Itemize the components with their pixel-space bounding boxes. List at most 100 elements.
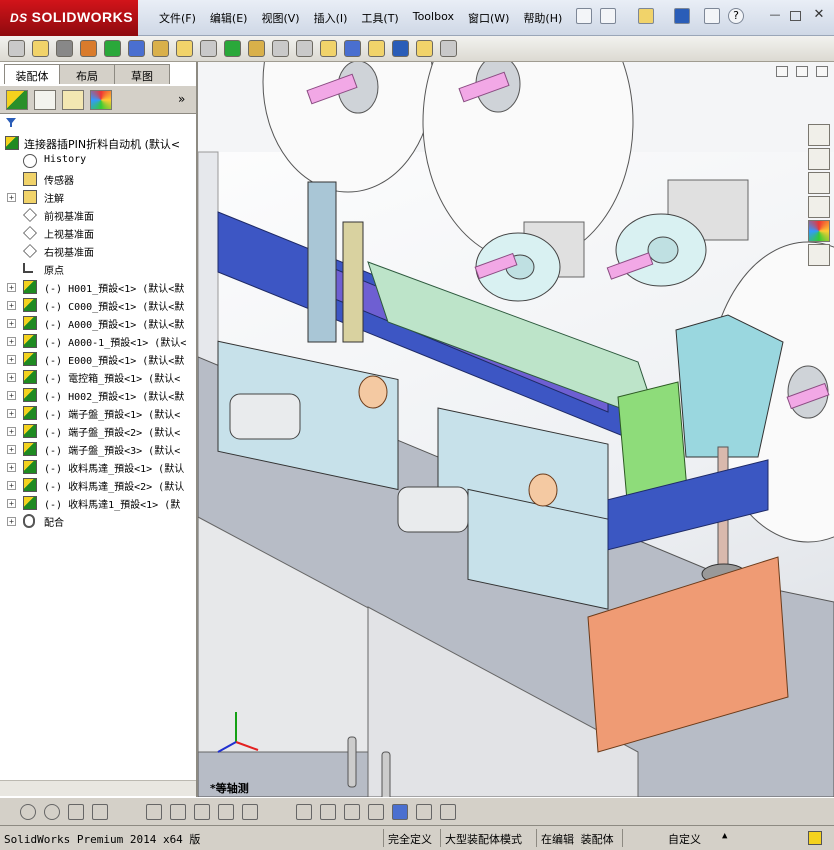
linear-pattern-icon[interactable]	[80, 40, 97, 57]
trim-icon[interactable]	[146, 804, 162, 820]
tree-item[interactable]: 传感器	[0, 170, 196, 188]
smart-dimension-icon[interactable]	[320, 804, 336, 820]
insert-component-icon[interactable]	[32, 40, 49, 57]
grid-icon[interactable]	[344, 804, 360, 820]
tree-item[interactable]: 原点	[0, 260, 196, 278]
tree-filter[interactable]	[0, 114, 196, 132]
chevron-up-icon[interactable]: ▲	[722, 831, 727, 841]
menu-item-0[interactable]: 文件(F)	[152, 10, 203, 26]
polygon-icon[interactable]	[92, 804, 108, 820]
menu-item-2[interactable]: 视图(V)	[254, 10, 306, 26]
tree-item[interactable]: + (-) 端子盤_預設<1> (默认<	[0, 404, 196, 422]
tree-item[interactable]: 上视基准面	[0, 224, 196, 242]
filter-icon[interactable]	[0, 114, 20, 130]
reference-geometry-icon[interactable]	[200, 40, 217, 57]
tab-sketch[interactable]: 草图	[114, 64, 170, 84]
expand-icon[interactable]: +	[7, 499, 16, 508]
graphics-viewport[interactable]: *等轴测	[198, 62, 834, 797]
tree-item[interactable]: + (-) H002_預設<1> (默认<默	[0, 386, 196, 404]
bill-of-materials-icon[interactable]	[248, 40, 265, 57]
tree-item[interactable]: + 配合	[0, 512, 196, 530]
tree-item[interactable]: 前视基准面	[0, 206, 196, 224]
tree-item[interactable]: + (-) H001_預設<1> (默认<默	[0, 278, 196, 296]
tree-item[interactable]: + (-) E000_預設<1> (默认<默	[0, 350, 196, 368]
menu-item-6[interactable]: 窗口(W)	[461, 10, 516, 26]
tree-item[interactable]: + 注解	[0, 188, 196, 206]
expand-icon[interactable]: +	[7, 391, 16, 400]
interference-icon[interactable]	[320, 40, 337, 57]
tree-item[interactable]: + (-) 端子盤_預設<3> (默认<	[0, 440, 196, 458]
expand-icon[interactable]: +	[7, 193, 16, 202]
viewport-close-icon[interactable]	[816, 66, 828, 77]
save-icon[interactable]	[674, 8, 690, 24]
exploded-view-icon[interactable]	[272, 40, 289, 57]
feature-manager-icon[interactable]	[6, 90, 28, 110]
menu-item-7[interactable]: 帮助(H)	[516, 10, 569, 26]
configuration-manager-icon[interactable]	[62, 90, 84, 110]
tree-item[interactable]: History	[0, 152, 196, 170]
viewport-restore-icon[interactable]	[796, 66, 808, 77]
rebuild-icon[interactable]	[808, 831, 822, 845]
fillet-icon[interactable]	[194, 804, 210, 820]
show-hidden-icon[interactable]	[152, 40, 169, 57]
tree-item[interactable]: + (-) 收料馬達1_預設<1> (默	[0, 494, 196, 512]
expand-icon[interactable]: +	[7, 373, 16, 382]
tree-item[interactable]: + (-) A000-1_預設<1> (默认<	[0, 332, 196, 350]
help-icon[interactable]: ?	[728, 8, 744, 24]
mass-properties-icon[interactable]	[416, 40, 433, 57]
file-explorer-icon[interactable]	[808, 172, 830, 194]
minimize-icon[interactable]: —	[768, 9, 782, 23]
print-icon[interactable]	[704, 8, 720, 24]
explode-line-icon[interactable]	[296, 40, 313, 57]
move-component-icon[interactable]	[128, 40, 145, 57]
tab-assembly[interactable]: 装配体	[4, 64, 60, 84]
view-palette-icon[interactable]	[808, 196, 830, 218]
expand-icon[interactable]: +	[7, 355, 16, 364]
expand-icon[interactable]: +	[7, 463, 16, 472]
tab-layout[interactable]: 布局	[59, 64, 115, 84]
assembly-features-icon[interactable]	[176, 40, 193, 57]
view-cube-icon[interactable]	[392, 804, 408, 820]
menu-item-1[interactable]: 编辑(E)	[203, 10, 255, 26]
units-dropdown[interactable]: 自定义	[668, 831, 701, 847]
expand-icon[interactable]: +	[7, 283, 16, 292]
hole-alignment-icon[interactable]	[368, 40, 385, 57]
wireframe-display-icon[interactable]	[440, 804, 456, 820]
construction-icon[interactable]	[296, 804, 312, 820]
menu-item-3[interactable]: 插入(I)	[307, 10, 355, 26]
line-icon[interactable]	[68, 804, 84, 820]
menu-item-4[interactable]: 工具(T)	[354, 10, 405, 26]
expand-icon[interactable]: +	[7, 427, 16, 436]
custom-properties-icon[interactable]	[808, 244, 830, 266]
tree-item[interactable]: + (-) 收料馬達_預設<1> (默认	[0, 458, 196, 476]
menu-item-5[interactable]: Toolbox	[406, 10, 461, 26]
clearance-icon[interactable]	[344, 40, 361, 57]
expand-icon[interactable]: +	[7, 409, 16, 418]
smart-fasteners-icon[interactable]	[104, 40, 121, 57]
expand-icon[interactable]: +	[7, 319, 16, 328]
close-icon[interactable]: ✕	[812, 8, 826, 23]
restore-icon[interactable]	[790, 11, 801, 21]
tree-item[interactable]: + (-) C000_預設<1> (默认<默	[0, 296, 196, 314]
relation-icon[interactable]	[368, 804, 384, 820]
expand-panel-icon[interactable]: »	[178, 92, 185, 106]
angle-icon[interactable]	[170, 804, 186, 820]
solidworks-logo[interactable]: DS SOLIDWORKS	[0, 0, 138, 36]
horizontal-scrollbar[interactable]	[0, 780, 196, 796]
expand-icon[interactable]: +	[7, 445, 16, 454]
new-motion-study-icon[interactable]	[224, 40, 241, 57]
edit-component-icon[interactable]	[8, 40, 25, 57]
expand-icon[interactable]: +	[7, 481, 16, 490]
circle-icon[interactable]	[44, 804, 60, 820]
dimension-icon[interactable]	[242, 804, 258, 820]
appearances-icon[interactable]	[808, 220, 830, 242]
tree-item[interactable]: 右视基准面	[0, 242, 196, 260]
viewport-minimize-icon[interactable]	[776, 66, 788, 77]
property-manager-icon[interactable]	[34, 90, 56, 110]
expand-icon[interactable]: +	[7, 517, 16, 526]
expand-icon[interactable]: +	[7, 301, 16, 310]
home-icon[interactable]	[808, 124, 830, 146]
open-folder-icon[interactable]	[638, 8, 654, 24]
point-icon[interactable]	[20, 804, 36, 820]
tree-item[interactable]: + (-) 電控箱_預設<1> (默认<	[0, 368, 196, 386]
